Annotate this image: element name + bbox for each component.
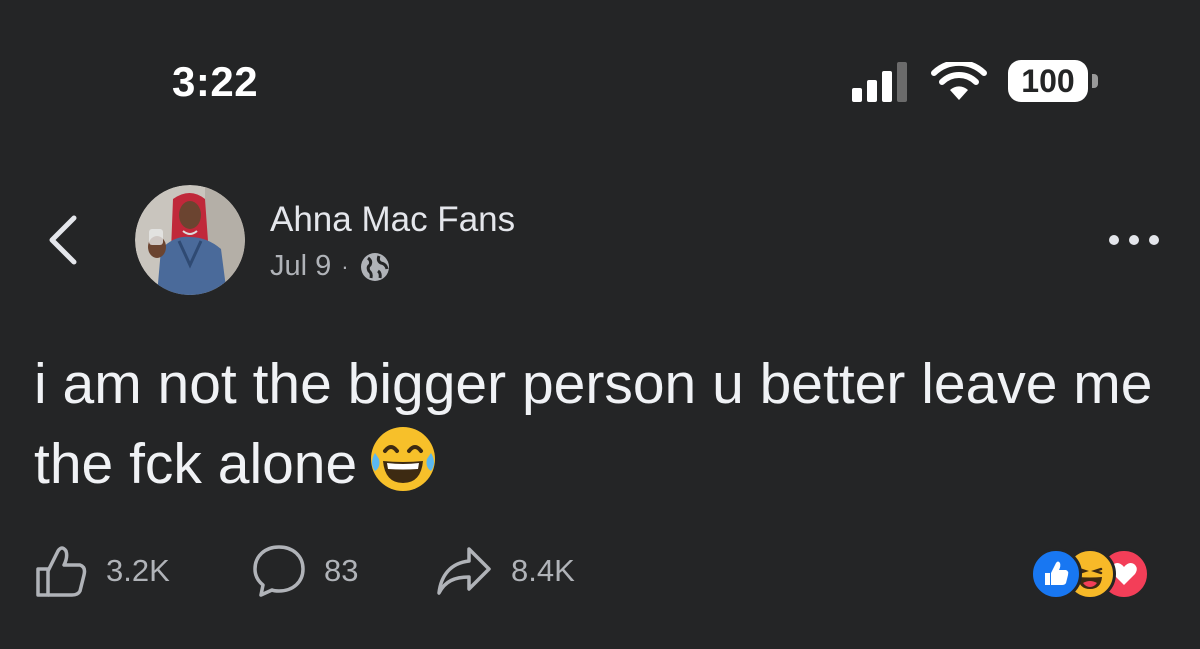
comment-button[interactable]: 83	[252, 536, 358, 606]
avatar[interactable]	[135, 185, 245, 295]
post-text: i am not the bigger person u better leav…	[34, 345, 1164, 503]
wifi-icon	[931, 62, 987, 100]
battery-tip	[1092, 74, 1098, 88]
meta-separator: ·	[341, 253, 349, 279]
share-count: 8.4K	[511, 553, 575, 588]
globe-icon	[360, 252, 389, 281]
post-header: Ahna Mac Fans Jul 9 ·	[0, 180, 1200, 310]
status-bar: 3:22 100	[0, 0, 1200, 140]
signal-icon	[852, 62, 907, 102]
share-icon	[437, 547, 491, 595]
like-count: 3.2K	[106, 553, 170, 588]
post-date[interactable]: Jul 9	[270, 250, 331, 283]
share-button[interactable]: 8.4K	[435, 536, 575, 606]
post-meta: Jul 9 ·	[270, 250, 391, 283]
reaction-summary[interactable]	[1030, 548, 1170, 600]
page-name[interactable]: Ahna Mac Fans	[270, 200, 515, 240]
battery-icon: 100	[1008, 60, 1100, 102]
chevron-left-icon[interactable]	[40, 210, 90, 270]
post-body-text: i am not the bigger person u better leav…	[34, 352, 1153, 496]
action-bar: 3.2K 83 8.4K	[0, 536, 1200, 616]
like-button[interactable]: 3.2K	[34, 536, 170, 606]
more-options-icon[interactable]	[1100, 225, 1170, 255]
thumbs-up-icon	[36, 546, 87, 597]
comment-count: 83	[324, 553, 359, 588]
like-reaction-icon	[1030, 548, 1082, 600]
laughing-tears-emoji	[371, 427, 436, 491]
battery-level: 100	[1021, 63, 1075, 99]
status-time: 3:22	[172, 58, 259, 105]
comment-icon	[253, 545, 305, 597]
